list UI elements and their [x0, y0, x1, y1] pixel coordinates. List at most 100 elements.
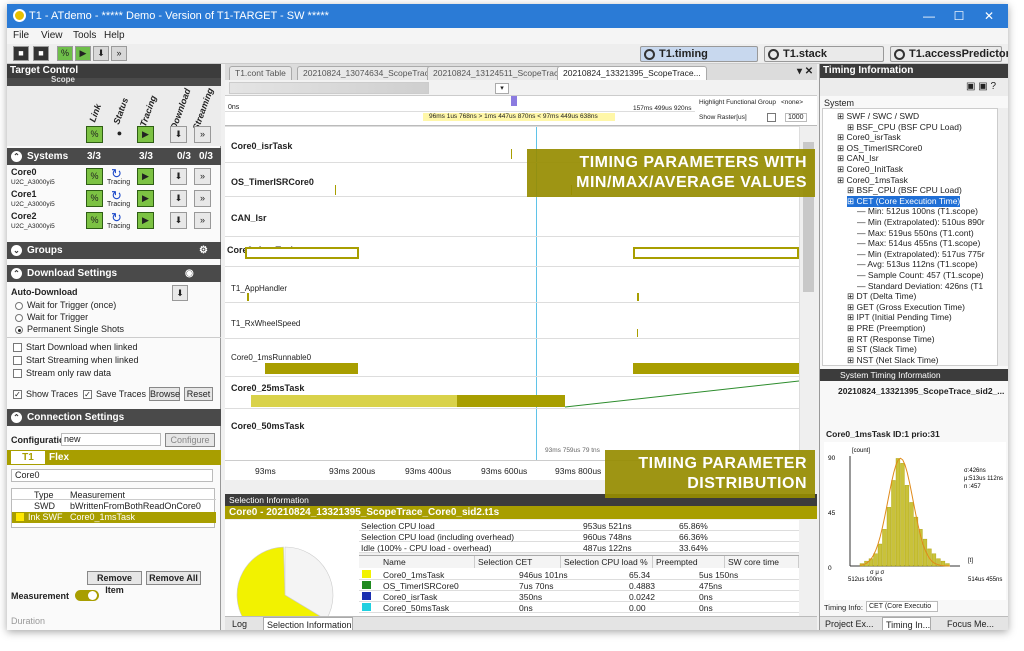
checkbox-show-traces[interactable]: ✓ — [13, 390, 22, 399]
connection-settings-section[interactable]: ⌃ Connection Settings — [7, 409, 221, 426]
timing-info-select[interactable]: CET (Core Executio — [866, 601, 938, 612]
tree-node[interactable]: ⊞ SWF / SWC / SWD — [837, 111, 919, 122]
reset-button[interactable]: Reset — [184, 387, 213, 401]
table-row[interactable]: OS_TimerISRCore0 7us 70ns 0.4883 475ns — [359, 580, 799, 591]
table-row[interactable]: Core0_1msTask 946us 101ns 65.34 5us 150ns — [359, 569, 799, 580]
configuration-select[interactable]: new — [61, 433, 161, 446]
timeline-row[interactable]: Core0_25msTask — [225, 376, 799, 408]
tab-trace-3[interactable]: 20210824_13321395_ScopeTrace... — [557, 66, 707, 80]
tab-timing-info[interactable]: Timing In... — [882, 617, 932, 630]
checkbox-start-streaming[interactable] — [13, 356, 22, 365]
trace-all-button[interactable]: ▶ — [137, 126, 154, 143]
tree-node[interactable]: ⊞ BSF_CPU (BSF CPU Load) — [847, 122, 962, 133]
tab-focus-measurement[interactable]: Focus Me... — [944, 617, 994, 630]
tree-node[interactable]: — Min: 512us 100ns (T1.scope) — [857, 206, 978, 216]
checkbox-save-traces[interactable]: ✓ — [83, 390, 92, 399]
trace-tools[interactable] — [229, 82, 429, 94]
tree-node[interactable]: — Sample Count: 457 (T1.scope) — [857, 270, 984, 280]
groups-section[interactable]: ⌄ Groups ⚙ — [7, 242, 221, 259]
radio-wait[interactable] — [15, 314, 23, 322]
highlight-select[interactable]: <none> — [781, 99, 803, 106]
table-row[interactable]: Core0_isrTask 350ns 0.0242 0ns — [359, 591, 799, 602]
tree-node[interactable]: — Max: 519us 550ns (T1.cont) — [857, 228, 974, 238]
menu-file[interactable]: File — [13, 30, 29, 41]
radio-wait-once[interactable] — [15, 302, 23, 310]
tree-node[interactable]: ⊞ RT (Response Time) — [847, 334, 935, 345]
radio-permanent[interactable] — [15, 326, 23, 334]
link-button[interactable]: % — [86, 212, 103, 229]
link-all-button[interactable]: % — [86, 126, 103, 143]
tab-selection-information[interactable]: Selection Information — [263, 617, 353, 630]
menu-tools[interactable]: Tools — [73, 30, 96, 41]
download-button[interactable]: ⬇ — [170, 212, 187, 229]
tree-node[interactable]: ⊞ DT (Delta Time) — [847, 291, 916, 302]
browse-button[interactable]: Browse — [149, 387, 180, 401]
core-row[interactable]: Core1 U2C_A3000yi5 % ↻ Tracing ▶ ⬇ » — [7, 188, 221, 210]
tab-t1-access-predictor[interactable]: T1.accessPredictor — [890, 46, 1008, 62]
tree-node[interactable]: ⊞ CAN_Isr — [837, 153, 879, 164]
remove-item-button[interactable]: Remove Item — [87, 571, 142, 595]
measurement-toggle[interactable] — [75, 590, 99, 601]
timeline-row[interactable]: Core0_1msRunnable0 — [225, 338, 799, 376]
tree-node[interactable]: — Min (Extrapolated): 510us 890r — [857, 217, 985, 227]
tree-node[interactable]: ⊞ CET (Core Execution Time) — [847, 195, 961, 207]
checkbox-start-download[interactable] — [13, 343, 22, 352]
raster-input[interactable]: 1000 — [785, 113, 807, 122]
auto-download-icon[interactable]: ⬇ — [172, 285, 188, 301]
configure-button[interactable]: Configure — [165, 433, 215, 447]
systems-section[interactable]: ⌃ Systems 3/3 3/3 0/3 0/3 — [7, 148, 221, 165]
link-button[interactable]: % — [86, 168, 103, 185]
stream-button[interactable]: » — [194, 168, 211, 185]
open-icon[interactable]: ■ — [13, 46, 29, 61]
folder-icon[interactable]: ■ — [33, 46, 49, 61]
fast-forward-icon[interactable]: » — [111, 46, 127, 61]
trace-file[interactable]: 20210824_13321395_ScopeTrace_sid2_... — [824, 386, 1004, 399]
link-icon[interactable]: % — [57, 46, 73, 61]
close-button[interactable]: ✕ — [974, 7, 1004, 25]
timeline-row[interactable]: CAN_Isr — [225, 196, 799, 236]
download-button[interactable]: ⬇ — [170, 168, 187, 185]
play-icon[interactable]: ▶ — [75, 46, 91, 61]
core-row[interactable]: Core0 U2C_A3000yi5 % ↻ Tracing ▶ ⬇ » — [7, 166, 221, 188]
tree-node[interactable]: ⊞ Core0_1msTask — [837, 175, 908, 186]
stream-all-button[interactable]: » — [194, 126, 211, 143]
stream-button[interactable]: » — [194, 190, 211, 207]
tree-node[interactable]: ⊞ NST (Net Slack Time) — [847, 355, 939, 365]
tree-node[interactable]: — Max: 514us 455ns (T1.scope) — [857, 238, 980, 248]
tab-t1-stack[interactable]: T1.stack — [764, 46, 884, 62]
table-row[interactable]: Core0_50msTask 0ns 0.00 0ns — [359, 602, 799, 613]
download-icon[interactable]: ⬇ — [93, 46, 109, 61]
tree-node[interactable]: ⊞ OS_TimerISRCore0 — [837, 143, 922, 154]
dropdown-icon[interactable]: ▾ — [495, 83, 509, 94]
download-settings-section[interactable]: ⌃ Download Settings ◉ — [7, 265, 221, 282]
menu-help[interactable]: Help — [104, 30, 125, 41]
trace-button[interactable]: ▶ — [137, 190, 154, 207]
table-row[interactable]: SWD bWrittenFromBothReadOnCore0 — [12, 501, 216, 512]
tab-project-explorer[interactable]: Project Ex... — [822, 617, 874, 630]
tree-node[interactable]: — Standard Deviation: 426ns (T1 — [857, 281, 983, 291]
eye-icon[interactable]: ◉ — [185, 265, 194, 282]
core-row[interactable]: Core2 U2C_A3000yi5 % ↻ Tracing ▶ ⬇ » — [7, 210, 221, 232]
tree-node[interactable]: ⊞ BSF_CPU (BSF CPU Load) — [847, 185, 962, 196]
trace-button[interactable]: ▶ — [137, 212, 154, 229]
menu-view[interactable]: View — [41, 30, 63, 41]
tree-node[interactable]: ⊞ IPT (Initial Pending Time) — [847, 312, 952, 323]
gear-icon[interactable]: ⚙ — [199, 242, 208, 259]
timeline-row[interactable]: T1_AppHandler — [225, 266, 799, 302]
flex-select[interactable]: Core0 — [11, 469, 213, 482]
tab-log[interactable]: Log — [229, 617, 247, 630]
toolbar-icons[interactable]: ▣ ▣ ? — [966, 81, 996, 92]
tree-node[interactable]: — Min (Extrapolated): 517us 775r — [857, 249, 985, 259]
minimize-button[interactable]: — — [914, 7, 944, 25]
trace-button[interactable]: ▶ — [137, 168, 154, 185]
viewport-marker[interactable] — [511, 96, 517, 106]
close-tab-icon[interactable]: ▾ ✕ — [797, 66, 813, 77]
checkbox-raw-data[interactable] — [13, 369, 22, 378]
tab-cont-table[interactable]: T1.cont Table — [229, 66, 292, 80]
tree-node[interactable]: ⊞ Core0_isrTask — [837, 132, 901, 143]
timeline-row[interactable]: T1_RxWheelSpeed — [225, 302, 799, 338]
tab-t1-timing[interactable]: T1.timing — [640, 46, 758, 62]
link-button[interactable]: % — [86, 190, 103, 207]
download-all-button[interactable]: ⬇ — [170, 126, 187, 143]
tree-node[interactable]: ⊞ GET (Gross Execution Time) — [847, 302, 965, 313]
